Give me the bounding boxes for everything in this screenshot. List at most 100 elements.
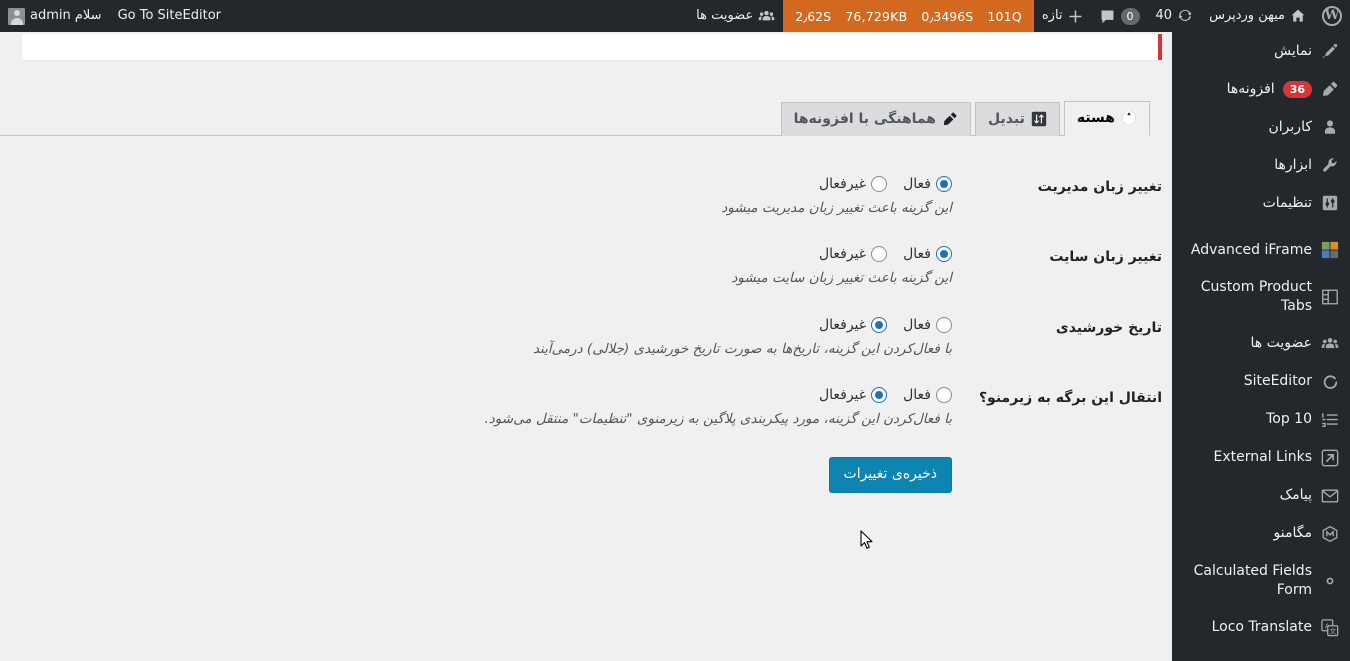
sidebar-item-appearance[interactable]: نمایش [1172, 32, 1350, 70]
sidebar-separator [1172, 222, 1350, 231]
tab-label: هسته [1076, 110, 1115, 126]
tab-plugin-compat[interactable]: هماهنگی با افزونه‌ها [780, 102, 972, 136]
radio-label-enabled: فعال [903, 176, 931, 192]
sidebar-item-label: مگامنو [1273, 525, 1312, 542]
appearance-brush-icon [1320, 41, 1340, 61]
sidebar-item-label: پیامک [1279, 487, 1312, 504]
sidebar-item-custom-product-tabs[interactable]: Custom Product Tabs [1172, 269, 1350, 325]
radio-input-enabled[interactable] [936, 246, 952, 263]
settings-sliders-icon [1320, 193, 1340, 213]
radio-option-disabled[interactable]: غیرفعال [818, 386, 888, 403]
my-account-menu[interactable]: سلام admin [0, 0, 110, 32]
sidebar-item-loco-translate[interactable]: A文 Loco Translate [1172, 609, 1350, 647]
sidebar-item-label: تنظیمات [1262, 194, 1312, 211]
radio-group-jalali-date[interactable]: فعال غیرفعال [32, 316, 952, 333]
group-icon [1320, 334, 1340, 354]
setting-label: تغییر زبان سایت [1049, 249, 1162, 266]
radio-input-enabled[interactable] [936, 176, 952, 192]
radio-label-disabled: غیرفعال [818, 176, 867, 192]
setting-label: انتقال این برگه به زیرمنو؟ [978, 389, 1162, 406]
setting-label: تاریخ خورشیدی [1055, 319, 1162, 336]
radio-group-admin-language[interactable]: فعال غیرفعال [32, 176, 952, 192]
sidebar-item-sms[interactable]: پیامک [1172, 477, 1350, 515]
radio-input-disabled[interactable] [871, 246, 888, 263]
comments-count: 0 [1120, 7, 1140, 25]
radio-option-disabled[interactable]: غیرفعال [819, 246, 888, 263]
sidebar-item-settings[interactable]: تنظیمات [1172, 184, 1350, 222]
top10-list-icon [1320, 410, 1340, 430]
setting-row-move-to-submenu: انتقال این برگه به زیرمنو؟ فعال غیرفعال [22, 373, 1172, 443]
new-content-menu[interactable]: تازه [1034, 0, 1091, 32]
settings-tab-bar[interactable]: هسته تبدیل هماهنگی با افزونه‌ها [0, 100, 1150, 136]
site-name-menu[interactable]: میهن وردپرس [1201, 0, 1314, 32]
plugins-plug-icon [1320, 79, 1340, 99]
sidebar-item-memberships[interactable]: عضویت ها [1172, 325, 1350, 363]
radio-label-enabled: فعال [903, 386, 931, 403]
radio-option-enabled[interactable]: فعال [903, 316, 952, 333]
sidebar-item-calculated-fields-form[interactable]: Calculated Fields Form [1172, 553, 1350, 609]
avatar-icon [8, 7, 25, 25]
sidebar-item-label: Loco Translate [1211, 619, 1312, 636]
sidebar-item-label: Calculated Fields Form [1193, 562, 1312, 598]
radio-option-enabled[interactable]: فعال [903, 176, 952, 192]
sidebar-item-siteeditor[interactable]: SiteEditor [1172, 363, 1350, 401]
tab-core[interactable]: هسته [1063, 101, 1150, 136]
sidebar-item-label: نمایش [1273, 42, 1312, 59]
sidebar-item-megamenu[interactable]: مگامنو [1172, 515, 1350, 553]
radio-group-site-language[interactable]: فعال غیرفعال [32, 246, 952, 263]
tab-convert[interactable]: تبدیل [975, 102, 1060, 136]
save-changes-button[interactable]: ذخیره‌ی تغییرات [828, 457, 952, 493]
setting-row-admin-language: تغییر زبان مدیریت فعال غیرفعال این گزینه… [22, 162, 1172, 232]
radio-option-enabled[interactable]: فعال [903, 386, 952, 403]
perf-total: 2٫62S [795, 8, 832, 24]
radio-input-enabled[interactable] [936, 316, 952, 333]
setting-row-site-language: تغییر زبان سایت فعال غیرفعال این گزینه ب… [22, 232, 1172, 302]
members-label: عضویت ها [696, 8, 754, 23]
globe-icon [1121, 110, 1137, 126]
submit-spacer [962, 443, 1172, 507]
admin-bar: W میهن وردپرس 40 0 تازه 2٫62S 76,729KB 0… [0, 0, 1350, 32]
sidebar-item-advanced-iframe[interactable]: Advanced iFrame [1172, 231, 1350, 269]
setting-description: این گزینه باعث تغییر زبان سایت میشود [731, 270, 952, 287]
radio-input-disabled[interactable] [871, 176, 888, 192]
updates-menu[interactable]: 40 [1148, 0, 1202, 32]
advanced-iframe-icon [1320, 240, 1340, 260]
sidebar-item-label: عضویت ها [1250, 335, 1312, 352]
radio-input-enabled[interactable] [936, 386, 952, 403]
performance-metrics[interactable]: 2٫62S 76,729KB 0٫3496S 101Q [783, 0, 1034, 32]
sidebar-item-top-10[interactable]: Top 10 [1172, 401, 1350, 439]
users-icon [1320, 117, 1340, 137]
radio-label-disabled: غیرفعال [818, 386, 867, 403]
sidebar-item-label: افزونه‌ها [1226, 80, 1275, 97]
settings-form-table: تغییر زبان مدیریت فعال غیرفعال این گزینه… [22, 162, 1172, 507]
members-menu[interactable]: عضویت ها [688, 0, 783, 32]
admin-bar-right-group: W میهن وردپرس 40 0 تازه [1034, 0, 1350, 32]
email-envelope-icon [1320, 486, 1340, 506]
radio-input-disabled[interactable] [871, 316, 888, 333]
comments-menu[interactable]: 0 [1091, 0, 1148, 32]
sidebar-item-label: Top 10 [1266, 411, 1312, 428]
radio-option-enabled[interactable]: فعال [903, 246, 952, 263]
go-to-siteeditor-link[interactable]: Go To SiteEditor [110, 0, 229, 32]
updates-count: 40 [1155, 8, 1173, 23]
radio-label-disabled: غیرفعال [818, 316, 867, 333]
sidebar-item-label: Custom Product Tabs [1200, 279, 1312, 314]
external-link-icon [1320, 448, 1340, 468]
radio-option-disabled[interactable]: غیرفعال [818, 176, 888, 192]
main-content-area: هسته تبدیل هماهنگی با افزونه‌ها تغییر زب… [0, 32, 1172, 661]
plugins-update-badge: 36 [1282, 80, 1312, 98]
radio-input-disabled[interactable] [871, 386, 888, 403]
sidebar-item-plugins[interactable]: 36 افزونه‌ها [1172, 70, 1350, 108]
sidebar-item-label: کاربران [1268, 118, 1312, 135]
wp-logo-menu[interactable]: W [1314, 0, 1350, 32]
sidebar-item-external-links[interactable]: External Links [1172, 439, 1350, 477]
setting-row-jalali-date: تاریخ خورشیدی فعال غیرفعال [22, 303, 1172, 373]
sidebar-item-tools[interactable]: ابزارها [1172, 146, 1350, 184]
site-name-label: میهن وردپرس [1209, 8, 1285, 23]
radio-group-move-to-submenu[interactable]: فعال غیرفعال [32, 386, 952, 403]
sidebar-item-users[interactable]: کاربران [1172, 108, 1350, 146]
radio-option-disabled[interactable]: غیرفعال [818, 316, 888, 333]
setting-description: با فعال‌کردن این گزینه، تاریخ‌ها به صورت… [532, 340, 952, 357]
convert-icon [1031, 111, 1047, 127]
admin-sidebar-menu[interactable]: نمایش 36 افزونه‌ها کاربران ابزارها تنظیم… [1172, 32, 1350, 661]
